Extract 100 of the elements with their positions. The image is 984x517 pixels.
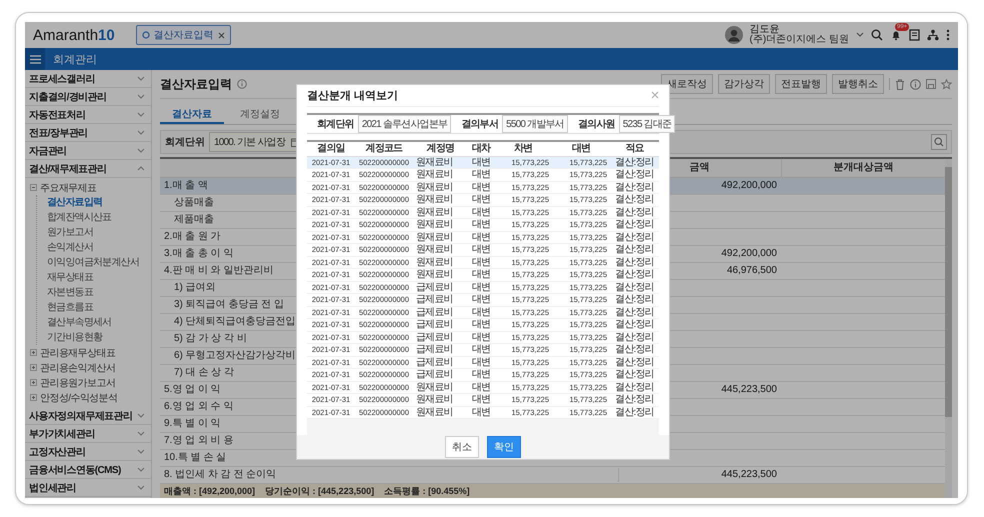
table-cell-text: 대변 [470,194,492,206]
table-cell-text: 결산:정리 [614,256,655,268]
table-cell-text: 원재료비 [415,269,454,281]
star-icon[interactable] [941,78,952,90]
sidebar-item[interactable]: 자금관리 [25,142,151,160]
document-icon[interactable] [909,29,920,41]
table-cell-text: 급제료비 [415,282,454,294]
logo: Amaranth10 [33,26,115,44]
toolbar-button[interactable]: 전표발행 [775,74,827,94]
scrollbar[interactable] [945,159,952,498]
tree-item[interactable]: 원가보고서 [37,225,151,240]
input-field[interactable]: 2021 솔루션사업본부 [358,114,452,133]
tree-item[interactable]: 현금흐름표 [37,300,151,315]
tree-item[interactable]: 결산부속명세서 [37,315,151,330]
table-cell-text: 대변 [470,169,492,181]
column-header: 결의일 [316,142,346,156]
table-cell-text: 결산:정리 [614,269,655,281]
more-icon[interactable] [946,29,950,41]
close-icon[interactable] [218,32,225,38]
table-cell-text: 대변 [470,369,492,381]
table-cell-text: 대변 [470,332,492,344]
info-icon[interactable] [237,79,247,89]
tree-item[interactable]: 기간비용현황 [37,330,151,345]
tree-item[interactable]: 이익잉여금처분계산서 [37,255,151,270]
open-tab[interactable]: 결산자료입력 [136,25,231,45]
sidebar-item[interactable]: 전표/장부관리 [25,124,151,142]
table-cell-text: 급제료비 [415,319,454,331]
avatar-icon[interactable] [724,26,743,44]
sidebar-item[interactable]: 프로세스갤러리 [25,70,151,88]
sidebar-item[interactable]: 금융서비스연동(CMS) [25,461,151,479]
module-title: 회계관리 [53,52,97,66]
account-label: 7.영 업 외 비 용 [164,435,234,446]
column-header: 대변 [570,142,592,156]
tree-node[interactable]: 관리용원가보고서 [25,375,151,390]
sidebar-item[interactable]: 법인세관리 [25,479,151,497]
sidebar-item[interactable]: 사용자정의재무제표관리 [25,407,151,425]
table-cell-text: 결산:정리 [614,232,655,244]
tree-node[interactable]: 관리용재무상태표 [25,345,151,360]
table-cell-text: 대변 [470,256,492,268]
account-label: 9.특 별 이 익 [164,418,221,429]
table-cell-text: 결산:정리 [614,156,655,168]
tree-node[interactable]: 관리용손익계산서 [25,360,151,375]
tree-item[interactable]: 합계잔액시산표 [37,210,151,225]
tree-item[interactable]: 결산자료입력 [37,195,151,210]
tree-node[interactable]: 주요재무제표 [25,180,151,195]
table-cell-text: 원재료비 [415,406,454,418]
plus-box-icon [30,364,37,371]
info-icon[interactable] [910,78,921,90]
table-cell-text: 원재료비 [415,194,454,206]
menu-button[interactable] [25,48,45,70]
chevron-down-icon [137,94,145,99]
table-cell-text: 결산:정리 [614,244,655,256]
table-cell-text: 대변 [470,156,492,168]
org-chart-icon[interactable] [927,29,939,41]
sidebar-item[interactable]: 고정자산관리 [25,443,151,461]
table-cell-text: 대변 [470,319,492,331]
table-cell-text: 결산:정리 [614,332,655,344]
tab[interactable]: 계정설정 [228,104,292,124]
account-label: 10.특 별 손 실 [164,452,226,463]
sidebar-item[interactable]: 결산/재무제표관리 [25,160,151,178]
amount: 492,200,000 [721,180,777,191]
bell-icon[interactable] [890,29,902,41]
tree-item[interactable]: 자본변동표 [37,285,151,300]
toolbar-button[interactable]: 발행취소 [832,74,884,94]
cancel-button[interactable]: 취소 [445,436,479,458]
toolbar-button[interactable]: 감가상각 [718,74,770,94]
column-header: 계정코드 [364,142,404,156]
save-icon[interactable] [926,79,936,89]
sidebar-item[interactable]: 자동전표처리 [25,106,151,124]
column-header: 차변 [512,142,534,156]
table-cell-text: 원재료비 [415,219,454,231]
table-cell-text: 원재료비 [415,382,454,394]
amount: 445,223,500 [721,384,777,395]
account-label: 제품매출 [174,214,214,225]
page-title: 결산자료입력 [160,76,232,92]
sidebar-item[interactable]: 부가가치세관리 [25,425,151,443]
tab[interactable]: 결산자료 [160,104,224,124]
table-cell-text: 원재료비 [415,232,454,244]
toolbar-button[interactable]: 새로작성 [661,74,713,94]
tree-item[interactable]: 재무상태표 [37,270,151,285]
table-cell-text: 대변 [470,182,492,194]
sidebar-item[interactable]: 지출결의/경비관리 [25,88,151,106]
account-label: 5) 감 가 상 각 비 [174,333,247,344]
user-org: (주)더존이지에스 팀원 [750,35,849,45]
chevron-down-icon[interactable] [856,32,864,38]
table-cell-text: 원재료비 [415,169,454,181]
search-icon [934,137,944,147]
chevron-down-icon [137,485,145,490]
search-button[interactable] [931,134,947,150]
field-label: 회계단위 [317,118,354,131]
input-field[interactable]: 5235 김대준 [618,114,676,133]
input-field[interactable]: 5500 개발부서 [502,114,568,133]
menu-icon [30,54,40,64]
trash-icon[interactable] [895,78,905,90]
account-label: 5.영 업 이 익 [164,384,221,395]
tree-item[interactable]: 손익계산서 [37,240,151,255]
summary-text: 매출액 : [492,200,000] [164,484,256,498]
search-icon[interactable] [871,29,883,41]
tree-node[interactable]: 안정성/수익성분석 [25,390,151,405]
field-label: 회계단위 [165,136,205,149]
